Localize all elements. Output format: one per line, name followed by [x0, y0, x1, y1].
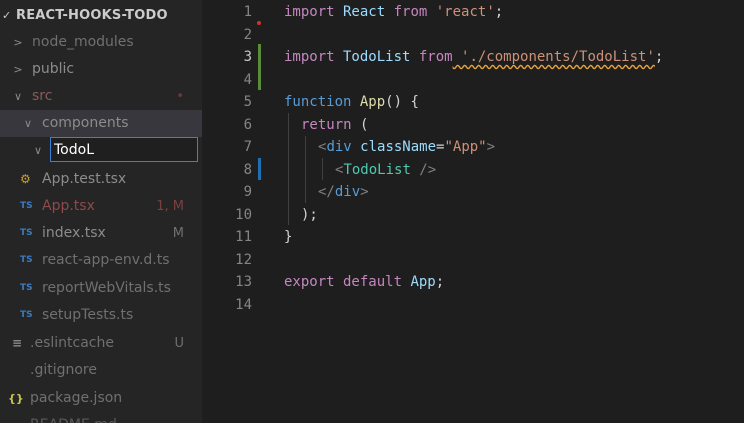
line-number: 3 — [243, 49, 252, 65]
tree-item-setup-tests[interactable]: TS setupTests.ts — [0, 302, 202, 329]
error-marker-icon — [257, 21, 261, 25]
line-number: 14 — [235, 296, 252, 313]
line-number: 4 — [243, 71, 252, 88]
line-number: 2 — [243, 26, 252, 43]
tree-item-gitignore[interactable]: .gitignore — [0, 357, 202, 384]
tree-item-components[interactable]: ∨ components — [0, 110, 202, 137]
code-line-3: import TodoList from './components/TodoL… — [284, 49, 664, 65]
code-line-8: <TodoList /> — [335, 161, 437, 178]
tree-item-package-json[interactable]: {} package.json — [0, 385, 202, 412]
code-line-7: <div className="App"> — [318, 139, 496, 155]
typescript-icon: TS — [20, 255, 33, 265]
status-badge: U — [174, 336, 184, 351]
git-modified-marker — [258, 158, 261, 180]
test-flask-icon: ⚙ — [20, 172, 31, 186]
line-number: 8 — [243, 161, 252, 178]
tree-item-app-test[interactable]: ⚙ App.test.tsx — [0, 166, 202, 193]
status-badge: 1, M — [156, 199, 184, 214]
code-line-9: </div> — [318, 184, 369, 200]
typescript-icon: TS — [20, 228, 33, 238]
line-number: 12 — [235, 251, 252, 268]
indent-guide — [288, 113, 289, 225]
tree-item-react-app-env[interactable]: TS react-app-env.d.ts — [0, 247, 202, 274]
line-number: 5 — [243, 94, 252, 110]
tree-item-readme[interactable]: README.md — [0, 412, 202, 423]
unresolved-import: './components/TodoList' — [452, 49, 655, 65]
indent-guide — [305, 136, 306, 203]
tree-item-app-tsx[interactable]: TS App.tsx 1, M — [0, 193, 202, 220]
explorer-header[interactable]: ✓ REACT-HOOKS-TODO — [0, 4, 202, 28]
typescript-icon: TS — [20, 310, 33, 320]
settings-file-icon: ≡ — [12, 336, 23, 350]
line-number: 13 — [235, 274, 252, 290]
line-number: 9 — [243, 184, 252, 200]
git-added-marker — [258, 44, 261, 90]
chevron-down-icon: ∨ — [23, 117, 33, 130]
chevron-down-icon: ∨ — [33, 144, 43, 157]
chevron-down-icon: ∨ — [13, 90, 23, 103]
code-line-10: ); — [301, 206, 318, 223]
line-number: 1 — [243, 4, 252, 20]
code-line-13: export default App; — [284, 274, 445, 290]
code-line-6: return ( — [301, 116, 369, 133]
typescript-icon: TS — [20, 201, 33, 211]
chevron-down-icon: ✓ — [2, 9, 12, 22]
rename-input[interactable] — [50, 137, 198, 162]
tree-item-node-modules[interactable]: > node_modules — [0, 29, 202, 56]
json-braces-icon: {} — [8, 392, 24, 405]
chevron-right-icon: > — [13, 36, 23, 49]
line-number: 11 — [235, 229, 252, 245]
typescript-icon: TS — [20, 283, 33, 293]
status-badge: M — [172, 226, 184, 241]
tree-item-public[interactable]: > public — [0, 56, 202, 83]
project-title: REACT-HOOKS-TODO — [16, 8, 168, 23]
indent-guide — [322, 158, 323, 180]
code-editor[interactable]: 1 2 3 4 5 6 7 8 9 10 11 12 13 14 import … — [202, 0, 744, 423]
tree-item-eslintcache[interactable]: ≡ .eslintcache U — [0, 330, 202, 357]
code-line-1: import React from 'react'; — [284, 4, 504, 20]
tree-item-src[interactable]: ∨ src • — [0, 83, 202, 110]
explorer-sidebar: ✓ REACT-HOOKS-TODO > node_modules > publ… — [0, 0, 202, 423]
code-line-11: } — [284, 229, 293, 245]
line-number: 10 — [235, 206, 252, 223]
modified-dot: • — [176, 89, 184, 104]
tree-item-index-tsx[interactable]: TS index.tsx M — [0, 220, 202, 247]
line-number: 7 — [243, 139, 252, 155]
code-line-5: function App() { — [284, 94, 419, 110]
line-number: 6 — [243, 116, 252, 133]
tree-item-report-web-vitals[interactable]: TS reportWebVitals.ts — [0, 275, 202, 302]
chevron-right-icon: > — [13, 63, 23, 76]
